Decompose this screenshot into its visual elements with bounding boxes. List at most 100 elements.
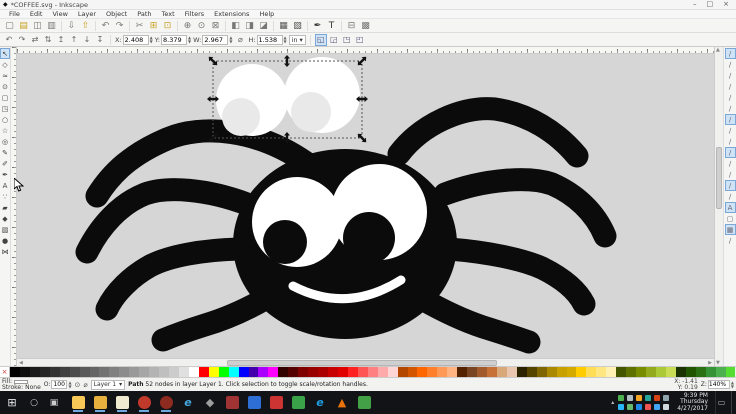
palette-swatch[interactable] [576, 367, 586, 377]
snap-bounding-box-button[interactable]: ∕ [725, 59, 736, 70]
green-square-app-taskbar-icon[interactable] [356, 393, 372, 412]
open-document-button[interactable]: ▤ [17, 20, 30, 32]
tray-icon-7[interactable] [618, 404, 624, 410]
palette-swatch[interactable] [258, 367, 268, 377]
palette-swatch[interactable] [517, 367, 527, 377]
affect-corners-toggle[interactable]: ◲ [328, 34, 340, 46]
tray-icon-5[interactable] [654, 395, 660, 401]
palette-swatch[interactable] [209, 367, 219, 377]
snapping-toggle-button[interactable]: ∕ [725, 48, 736, 59]
palette-swatch[interactable] [626, 367, 636, 377]
palette-swatch[interactable] [268, 367, 278, 377]
stroke-value[interactable]: None [25, 385, 41, 390]
height-spinner[interactable]: ▲▼ [284, 36, 287, 44]
tool-selector[interactable]: ↖ [0, 48, 10, 59]
tool-eraser[interactable]: ▰ [0, 202, 10, 213]
cortana-search-button[interactable]: ○ [24, 398, 44, 408]
tool-gradient[interactable]: ▧ [0, 224, 10, 235]
vertical-scrollbar[interactable]: ▲ ▼ [714, 47, 723, 366]
palette-swatch[interactable] [417, 367, 427, 377]
scroll-up-icon[interactable]: ▲ [716, 47, 720, 53]
tray-expand-icon[interactable]: ▴ [611, 399, 614, 406]
zoom-input[interactable] [708, 380, 730, 389]
close-button[interactable]: × [723, 0, 729, 9]
palette-swatch[interactable] [616, 367, 626, 377]
task-view-button[interactable]: ▣ [44, 398, 64, 408]
palette-swatch[interactable] [706, 367, 716, 377]
palette-swatch[interactable] [726, 367, 736, 377]
create-clone-button[interactable]: ◨ [243, 20, 256, 32]
align-distribute-button[interactable]: ▩ [359, 20, 372, 32]
snap-line-midpoints-button[interactable]: ∕ [725, 169, 736, 180]
tool-paint-bucket[interactable]: ◆ [0, 213, 10, 224]
palette-swatch[interactable] [308, 367, 318, 377]
palette-swatch[interactable] [328, 367, 338, 377]
palette-swatch[interactable] [60, 367, 70, 377]
palette-swatch[interactable] [408, 367, 418, 377]
palette-swatch[interactable] [109, 367, 119, 377]
tray-icon-9[interactable] [636, 404, 642, 410]
snap-bbox-corners-button[interactable]: ∕ [725, 81, 736, 92]
palette-swatch[interactable] [716, 367, 726, 377]
copy-button[interactable]: ⊞ [147, 20, 160, 32]
palette-swatch[interactable] [656, 367, 666, 377]
snap-smooth-nodes-button[interactable]: ∕ [725, 158, 736, 169]
snap-path-intersections-button[interactable]: ∕ [725, 136, 736, 147]
horizontal-scrollbar[interactable]: ◀ ▶ [17, 358, 714, 366]
scroll-down-icon[interactable]: ▼ [716, 360, 720, 366]
palette-swatch[interactable] [278, 367, 288, 377]
palette-swatch[interactable] [80, 367, 90, 377]
menu-layer[interactable]: Layer [73, 10, 101, 18]
snap-cusp-nodes-button[interactable]: ∕ [725, 147, 736, 158]
dark-red-circle-app-taskbar-icon[interactable] [158, 393, 174, 412]
tool-text[interactable]: A [0, 180, 10, 191]
tool-calligraphy[interactable]: ✒ [0, 169, 10, 180]
palette-swatch[interactable] [388, 367, 398, 377]
horizontal-ruler[interactable] [17, 47, 714, 54]
palette-swatch[interactable] [447, 367, 457, 377]
palette-swatch[interactable] [557, 367, 567, 377]
palette-swatch[interactable] [90, 367, 100, 377]
tray-icon-4[interactable] [645, 395, 651, 401]
show-desktop-button[interactable] [731, 391, 734, 414]
palette-swatch[interactable] [368, 367, 378, 377]
palette-swatch[interactable] [527, 367, 537, 377]
palette-swatch[interactable] [179, 367, 189, 377]
redo-button[interactable]: ↷ [113, 20, 126, 32]
new-document-button[interactable]: ▢ [3, 20, 16, 32]
palette-swatch[interactable] [537, 367, 547, 377]
tray-icon-11[interactable] [654, 404, 660, 410]
canvas[interactable] [17, 54, 714, 358]
folder-window-taskbar-icon[interactable] [92, 393, 108, 412]
snap-object-centers-button[interactable]: ∕ [725, 180, 736, 191]
snap-bbox-edges-button[interactable]: ∕ [725, 70, 736, 81]
layer-visibility-eye-icon[interactable]: ⊙ [75, 381, 81, 389]
start-button[interactable]: ⊞ [0, 391, 24, 414]
rotate-90-ccw-button[interactable]: ↶ [3, 34, 15, 45]
palette-swatch[interactable] [676, 367, 686, 377]
vertical-scroll-thumb[interactable] [716, 147, 722, 209]
palette-swatch[interactable] [338, 367, 348, 377]
palette-swatch[interactable] [239, 367, 249, 377]
zoom-to-selection-button[interactable]: ⊕ [181, 20, 194, 32]
tool-node-editor[interactable]: ◇ [0, 59, 10, 70]
zoom-to-page-button[interactable]: ⊠ [209, 20, 222, 32]
raise-to-top-button[interactable]: ↥ [55, 34, 67, 45]
orange-triangle-app-taskbar-icon[interactable]: ▲ [334, 393, 350, 412]
maroon-app-taskbar-icon[interactable] [224, 393, 240, 412]
snap-rotation-center-button[interactable]: ∕ [725, 191, 736, 202]
palette-swatch[interactable] [159, 367, 169, 377]
tool-spray[interactable]: ∵ [0, 191, 10, 202]
palette-swatch[interactable] [20, 367, 30, 377]
notes-document-taskbar-icon[interactable] [114, 393, 130, 412]
menu-text[interactable]: Text [157, 10, 180, 18]
save-document-button[interactable]: ◫ [31, 20, 44, 32]
snap-page-border-button[interactable]: ▢ [725, 213, 736, 224]
tray-icon-10[interactable] [645, 404, 651, 410]
edge-browser-taskbar-icon[interactable]: e [312, 393, 328, 412]
palette-swatch[interactable] [169, 367, 179, 377]
raise-button[interactable]: ↑ [68, 34, 80, 45]
scroll-right-icon[interactable]: ▶ [708, 359, 712, 367]
snap-grid-button[interactable]: ▦ [725, 224, 736, 235]
width-input[interactable] [202, 35, 228, 45]
